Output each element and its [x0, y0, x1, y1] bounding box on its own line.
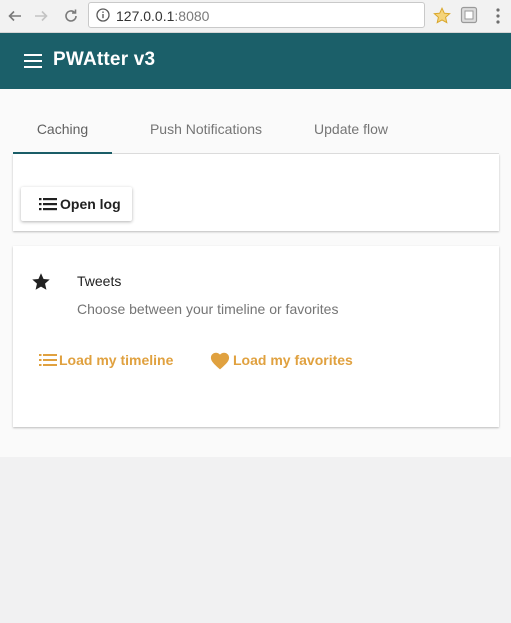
- tab-push-notifications[interactable]: Push Notifications: [121, 105, 291, 153]
- list-icon: [39, 354, 57, 366]
- tab-caching[interactable]: Caching: [13, 105, 112, 153]
- browser-toolbar: 127.0.0.1:8080: [0, 0, 511, 33]
- log-card: Open log: [13, 154, 499, 231]
- back-button[interactable]: [5, 6, 25, 26]
- info-icon[interactable]: [96, 8, 110, 22]
- url-text: 127.0.0.1:8080: [116, 8, 209, 24]
- reload-icon: [65, 9, 77, 22]
- load-favorites-button[interactable]: Load my favorites: [209, 348, 353, 372]
- more-vert-icon[interactable]: [492, 7, 504, 25]
- tweets-title: Tweets: [77, 273, 122, 289]
- arrow-right-icon: [35, 10, 48, 22]
- list-icon: [39, 198, 57, 211]
- tab-bar: Caching Push Notifications Update flow: [13, 105, 499, 154]
- tab-update-flow[interactable]: Update flow: [290, 105, 412, 153]
- address-bar[interactable]: 127.0.0.1:8080: [88, 2, 425, 28]
- extension-icon[interactable]: [460, 6, 478, 24]
- load-timeline-button[interactable]: Load my timeline: [39, 348, 173, 372]
- tweets-card: Tweets Choose between your timeline or f…: [13, 246, 499, 427]
- reload-button[interactable]: [61, 6, 81, 26]
- load-timeline-label: Load my timeline: [59, 352, 174, 368]
- arrow-left-icon: [8, 10, 21, 22]
- open-log-label: Open log: [60, 196, 121, 212]
- load-favorites-label: Load my favorites: [233, 352, 353, 368]
- tweets-subtitle: Choose between your timeline or favorite…: [77, 301, 339, 317]
- url-host: 127.0.0.1: [116, 8, 175, 24]
- app-title: PWAtter v3: [53, 49, 156, 70]
- heart-icon: [210, 352, 230, 370]
- hamburger-menu-icon[interactable]: [24, 54, 42, 68]
- url-port: :8080: [174, 8, 210, 24]
- open-log-button[interactable]: Open log: [21, 187, 132, 221]
- bookmark-star-icon[interactable]: [432, 6, 452, 26]
- app-bar: PWAtter v3: [0, 33, 511, 89]
- forward-button[interactable]: [31, 6, 51, 26]
- star-icon: [32, 273, 50, 290]
